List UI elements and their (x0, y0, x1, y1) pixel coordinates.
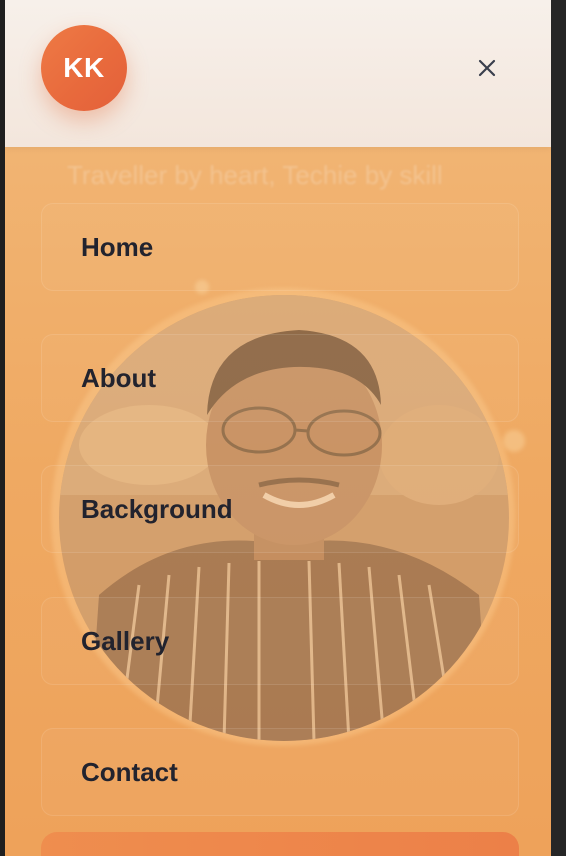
nav-item-background[interactable]: Background (41, 465, 519, 553)
nav-item-home[interactable]: Home (41, 203, 519, 291)
nav-item-gallery[interactable]: Gallery (41, 597, 519, 685)
nav-item-label: Contact (81, 756, 178, 787)
avatar-logo[interactable]: KK (41, 25, 127, 111)
nav-item-contact[interactable]: Contact (41, 728, 519, 816)
background-dot (503, 430, 525, 452)
nav-item-label: Background (81, 493, 233, 524)
nav-item-about[interactable]: About (41, 334, 519, 422)
nav-item-label: Home (81, 231, 154, 262)
nav-item-label: About (81, 362, 157, 393)
mobile-menu-overlay: Traveller by heart, Techie by skill KK H… (5, 0, 551, 856)
screen: Traveller by heart, Techie by skill KK H… (0, 0, 566, 856)
close-button[interactable] (471, 52, 503, 84)
background-tagline: Traveller by heart, Techie by skill (67, 160, 443, 190)
right-edge (551, 0, 566, 856)
close-icon (478, 59, 496, 77)
menu-header: KK (5, 0, 551, 147)
nav-item-label: Gallery (81, 625, 170, 656)
call-to-action-button[interactable] (41, 832, 519, 856)
